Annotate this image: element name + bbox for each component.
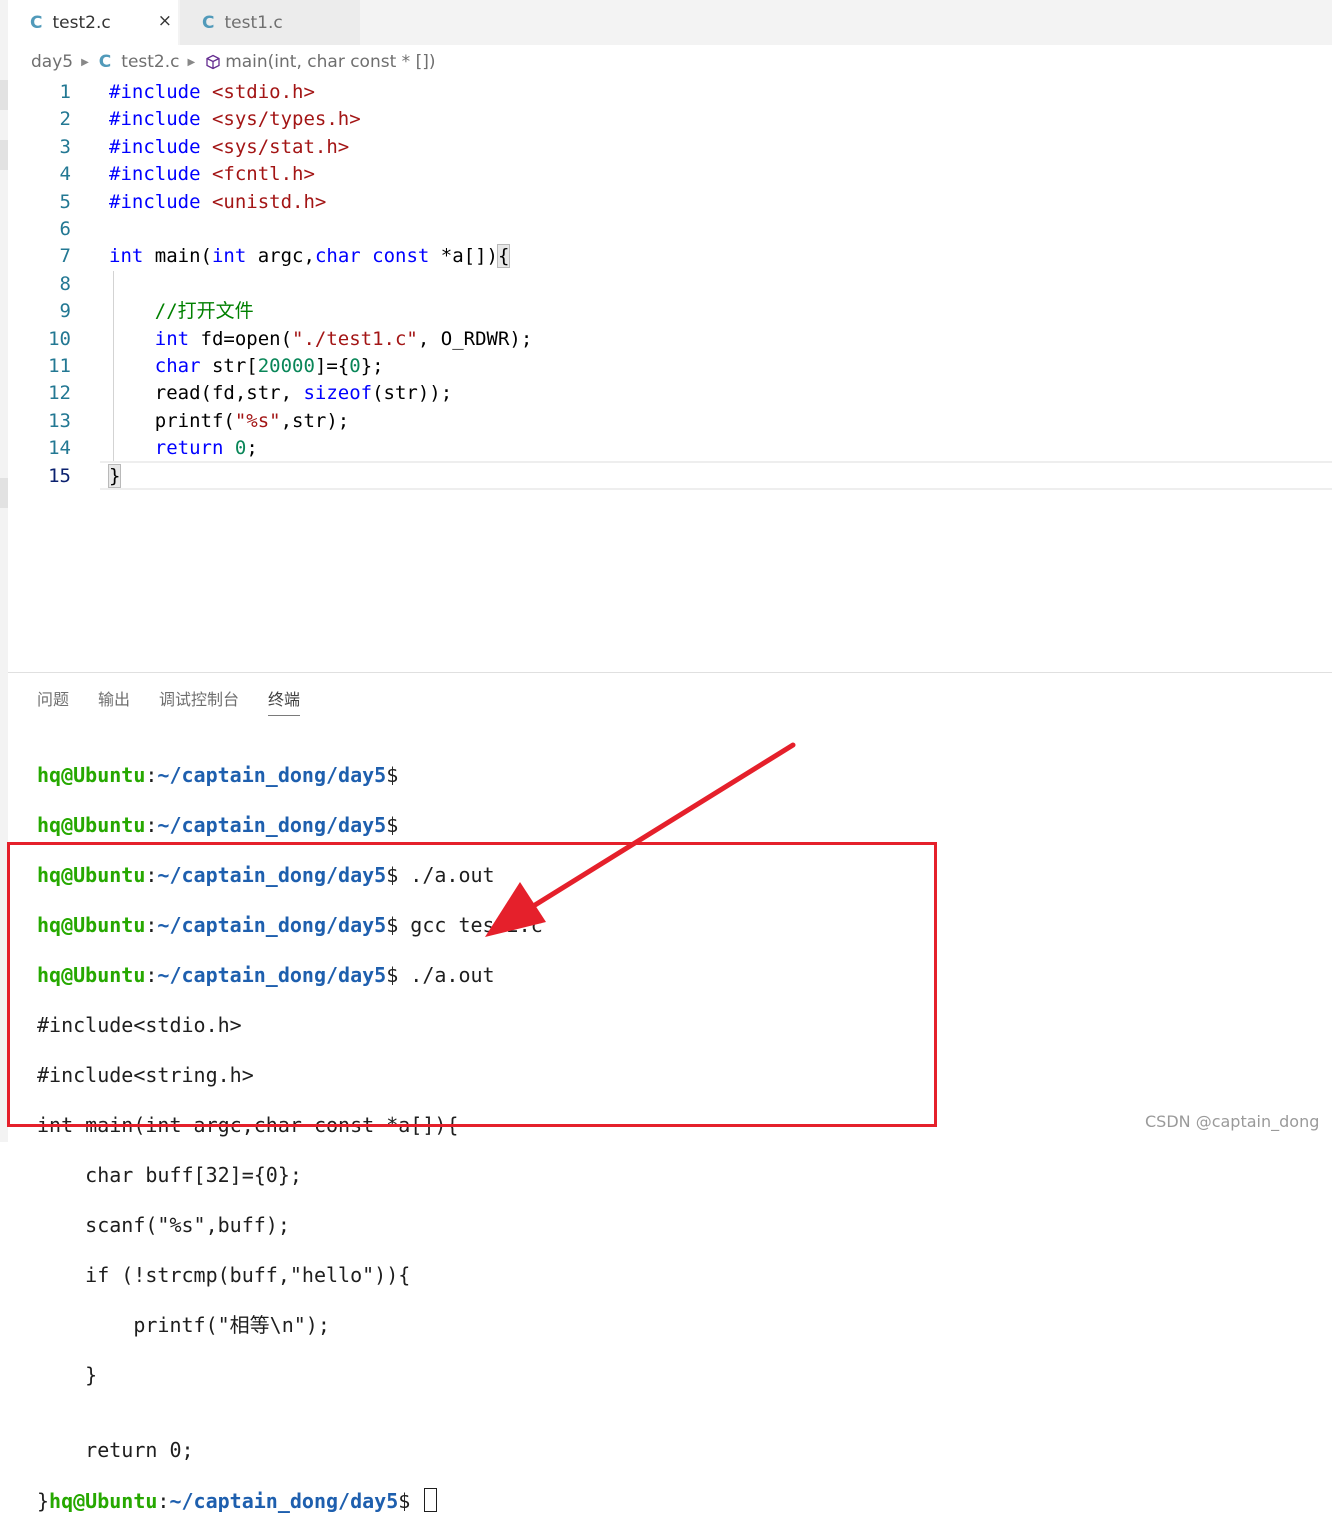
terminal-output-line: char buff[32]={0}; bbox=[37, 1163, 302, 1187]
terminal-cursor bbox=[424, 1488, 438, 1512]
terminal-output-line: scanf("%s",buff); bbox=[37, 1213, 290, 1237]
terminal-output-line: printf("相等\n"); bbox=[37, 1313, 330, 1337]
annotation-arrow-icon bbox=[485, 742, 796, 937]
terminal-output-line: } bbox=[37, 1363, 98, 1387]
terminal-output-line: if (!strcmp(buff,"hello")){ bbox=[37, 1263, 411, 1287]
terminal-prompt-line: }hq@Ubuntu:~/captain_dong/day5$ bbox=[37, 1488, 543, 1514]
terminal-output-line: return 0; bbox=[37, 1438, 194, 1462]
watermark: CSDN @captain_dong bbox=[1145, 1112, 1320, 1131]
